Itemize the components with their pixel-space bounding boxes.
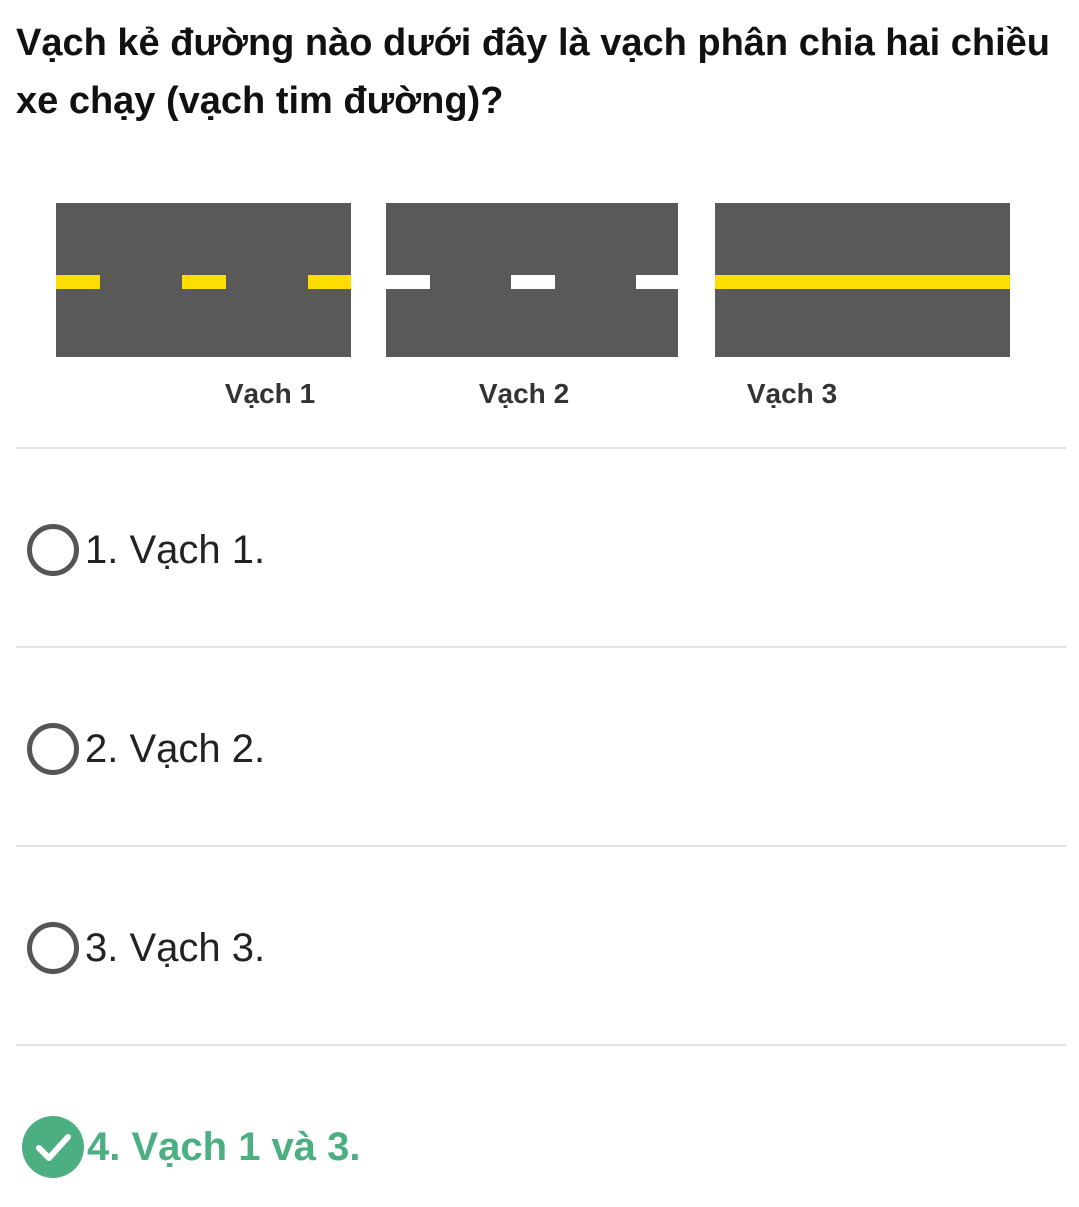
white-dash [386, 275, 430, 289]
divider [16, 1044, 1066, 1046]
road-label-2: Vạch 2 [478, 378, 570, 409]
answer-option-3[interactable]: 3. Vạch 3. [16, 888, 1066, 1008]
yellow-dash [182, 275, 226, 289]
divider [16, 845, 1066, 847]
road-image-2 [386, 203, 678, 357]
answer-option-4-label: 4. Vạch 1 và 3. [87, 1124, 361, 1169]
yellow-solid-line [715, 275, 1010, 289]
radio-icon[interactable] [27, 524, 79, 576]
yellow-dash [308, 275, 351, 289]
road-markings-figure: Vạch 1 Vạch 2 Vạch 3 [0, 200, 1079, 430]
divider [16, 646, 1066, 648]
road-image-3 [715, 203, 1010, 357]
divider [16, 447, 1066, 449]
white-dash [636, 275, 678, 289]
yellow-dash [56, 275, 100, 289]
answer-option-3-label: 3. Vạch 3. [85, 925, 266, 970]
answer-option-1[interactable]: 1. Vạch 1. [16, 490, 1066, 610]
answer-option-1-label: 1. Vạch 1. [85, 527, 266, 572]
road-image-1 [56, 203, 351, 357]
question-text: Vạch kẻ đường nào dưới đây là vạch phân … [16, 22, 1050, 122]
answer-option-2-label: 2. Vạch 2. [85, 726, 266, 771]
radio-icon[interactable] [27, 922, 79, 974]
checkmark-icon[interactable] [22, 1116, 84, 1178]
answer-option-4[interactable]: 4. Vạch 1 và 3. [16, 1087, 1066, 1207]
road-label-1: Vạch 1 [224, 378, 316, 409]
radio-icon[interactable] [27, 723, 79, 775]
white-dash [511, 275, 555, 289]
road-label-3: Vạch 3 [746, 378, 838, 409]
answer-option-2[interactable]: 2. Vạch 2. [16, 689, 1066, 809]
